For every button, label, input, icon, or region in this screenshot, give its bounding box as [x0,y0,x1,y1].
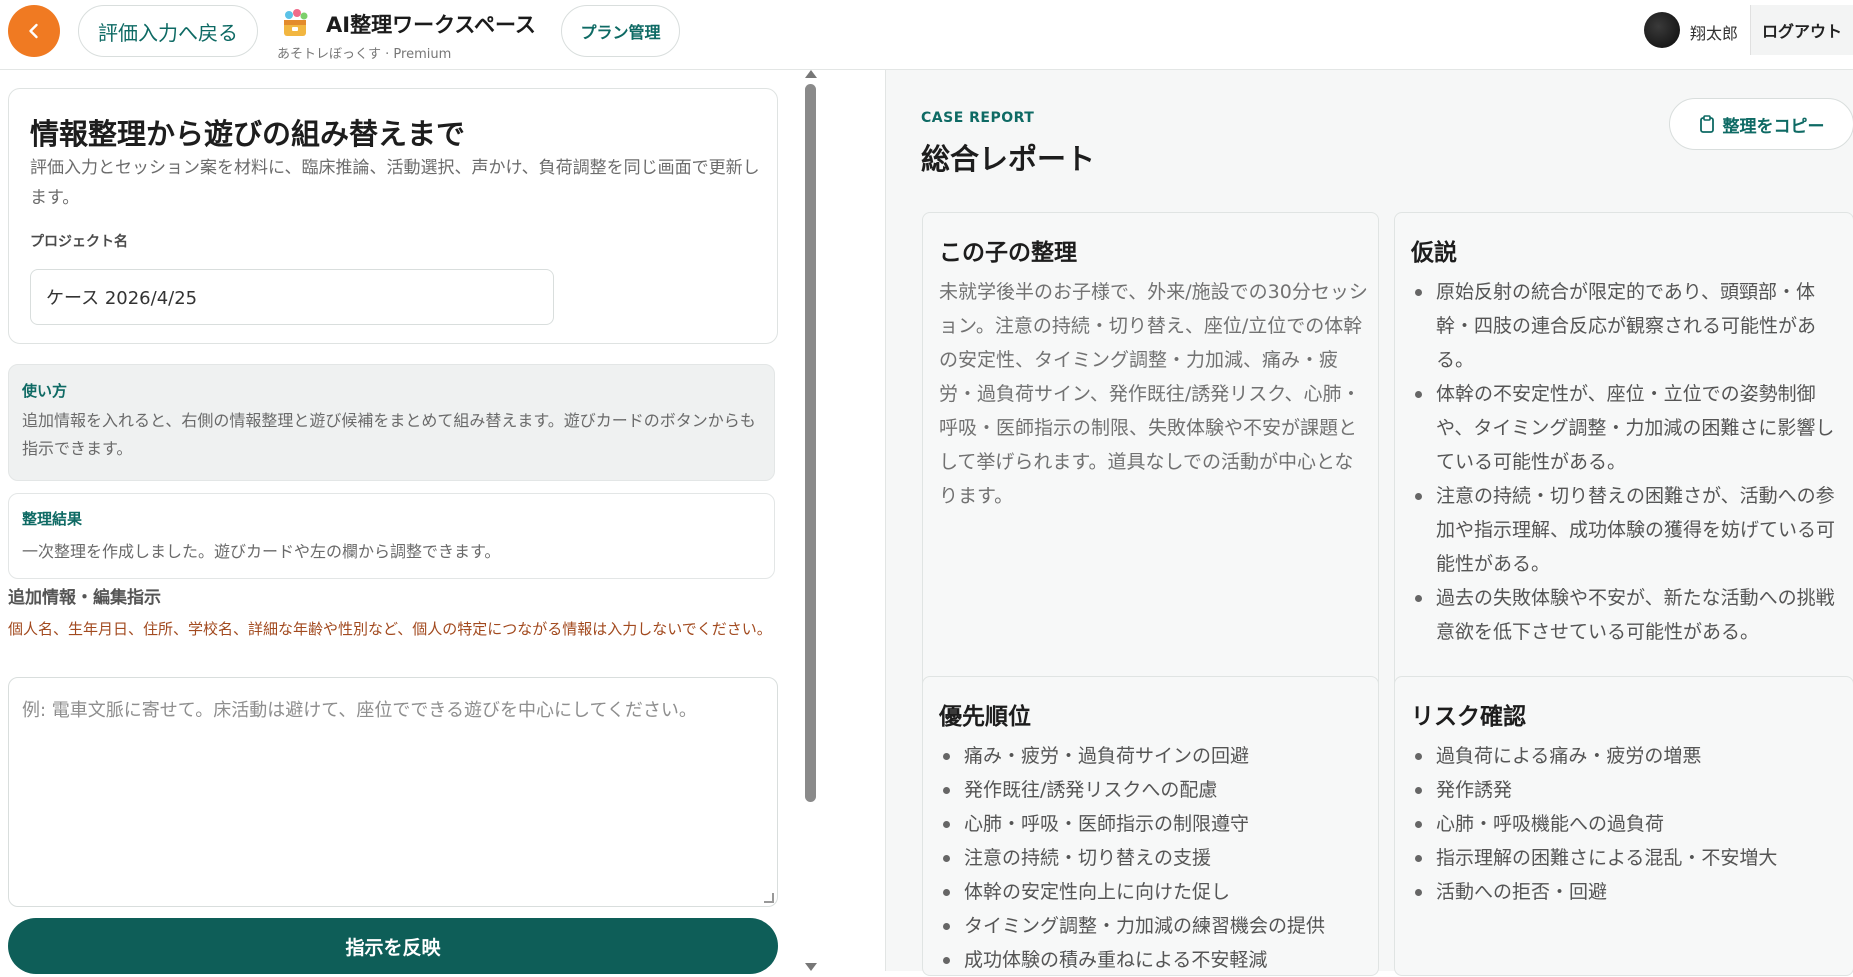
risk-title: リスク確認 [1411,704,1526,730]
howto-body: 追加情報を入れると、右側の情報整理と遊び候補をまとめて組み替えます。遊びカードの… [22,411,756,458]
hypothesis-list: 原始反射の統合が限定的であり、頭頸部・体幹・四肢の連合反応が観察される可能性があ… [1411,275,1841,649]
list-item: 過去の失敗体験や不安が、新たな活動への挑戦意欲を低下させている可能性がある。 [1411,581,1841,649]
scrollbar-thumb[interactable] [805,84,816,802]
summary-title: この子の整理 [939,240,1077,266]
list-item: 痛み・疲労・過負荷サインの回避 [939,739,1369,773]
left-panel: 情報整理から遊びの組み替えまで 評価入力とセッション案を材料に、臨床推論、活動選… [0,70,885,974]
scroll-up-icon[interactable] [805,70,817,78]
list-item: 心肺・呼吸機能への過負荷 [1411,807,1841,841]
result-title: 整理結果 [22,510,83,528]
risk-list: 過負荷による痛み・疲労の増悪 発作誘発 心肺・呼吸機能への過負荷 指示理解の困難… [1411,739,1841,909]
list-item: 注意の持続・切り替えの支援 [939,841,1369,875]
howto-title: 使い方 [22,382,68,400]
list-item: タイミング調整・力加減の練習機会の提供 [939,909,1369,943]
copy-summary-label: 整理をコピー [1722,116,1825,137]
list-item: 指示理解の困難さによる混乱・不安増大 [1411,841,1841,875]
list-item: 心肺・呼吸・医師指示の制限遵守 [939,807,1369,841]
clipboard-icon [1699,115,1714,133]
back-button[interactable] [8,5,60,57]
priority-card: 優先順位 痛み・疲労・過負荷サインの回避 発作既往/誘発リスクへの配慮 心肺・呼… [922,676,1379,976]
apply-instructions-button[interactable]: 指示を反映 [8,918,778,974]
list-item: 発作既往/誘発リスクへの配慮 [939,773,1369,807]
scroll-down-icon[interactable] [805,963,817,971]
app-subtitle: あそトレぼっくす · Premium [277,47,452,62]
top-bar: 評価入力へ戻る AI整理ワークスペース あそトレぼっくす · Premium プ… [0,0,1853,70]
project-name-input[interactable]: ケース 2026/4/25 [30,269,554,325]
avatar[interactable] [1644,12,1680,48]
result-box: 整理結果 一次整理を作成しました。遊びカードや左の欄から調整できます。 [8,493,775,579]
instructions-label: 追加情報・編集指示 [8,588,161,608]
logout-button[interactable]: ログアウト [1750,5,1853,55]
list-item: 活動への拒否・回避 [1411,875,1841,909]
risk-card: リスク確認 過負荷による痛み・疲労の増悪 発作誘発 心肺・呼吸機能への過負荷 指… [1394,676,1853,976]
list-item: 原始反射の統合が限定的であり、頭頸部・体幹・四肢の連合反応が観察される可能性があ… [1411,275,1841,377]
copy-summary-button[interactable]: 整理をコピー [1669,98,1853,150]
intro-card: 情報整理から遊びの組み替えまで 評価入力とセッション案を材料に、臨床推論、活動選… [8,88,778,344]
intro-description: 評価入力とセッション案を材料に、臨床推論、活動選択、声かけ、負荷調整を同じ画面で… [30,158,760,208]
list-item: 成功体験の積み重ねによる不安軽減 [939,943,1369,977]
project-name-label: プロジェクト名 [30,234,128,250]
privacy-warning: 個人名、生年月日、住所、学校名、詳細な年齢や性別など、個人の特定につながる情報は… [8,620,772,638]
instructions-textarea[interactable]: 例: 電車文脈に寄せて。床活動は避けて、座位でできる遊びを中心にしてください。 [8,677,778,907]
plan-management-button[interactable]: プラン管理 [561,5,680,57]
result-body: 一次整理を作成しました。遊びカードや左の欄から調整できます。 [22,542,501,561]
app-title: AI整理ワークスペース [326,13,536,37]
list-item: 発作誘発 [1411,773,1841,807]
list-item: 体幹の不安定性が、座位・立位での姿勢制御や、タイミング調整・力加減の困難さに影響… [1411,377,1841,479]
hypothesis-card: 仮説 原始反射の統合が限定的であり、頭頸部・体幹・四肢の連合反応が観察される可能… [1394,212,1853,731]
hypothesis-title: 仮説 [1411,240,1457,266]
report-panel: CASE REPORT 総合レポート 整理をコピー この子の整理 未就学後半のお… [885,70,1853,976]
chevron-left-icon [29,23,38,39]
howto-box: 使い方 追加情報を入れると、右側の情報整理と遊び候補をまとめて組み替えます。遊び… [8,364,775,481]
priority-title: 優先順位 [939,704,1031,730]
instructions-placeholder: 例: 電車文脈に寄せて。床活動は避けて、座位でできる遊びを中心にしてください。 [22,700,697,721]
app-logo-icon [284,9,308,36]
summary-body: 未就学後半のお子様で、外来/施設での30分セッション。注意の持続・切り替え、座位… [939,281,1368,507]
intro-title: 情報整理から遊びの組み替えまで [30,117,466,151]
list-item: 過負荷による痛み・疲労の増悪 [1411,739,1841,773]
back-to-evaluation-button[interactable]: 評価入力へ戻る [78,5,258,57]
list-item: 体幹の安定性向上に向けた促し [939,875,1369,909]
list-item: 注意の持続・切り替えの困難さが、活動への参加や指示理解、成功体験の獲得を妨げてい… [1411,479,1841,581]
username: 翔太郎 [1690,24,1739,43]
report-title: 総合レポート [921,142,1096,176]
report-kicker: CASE REPORT [921,110,1035,126]
resize-handle-icon[interactable] [764,893,774,903]
summary-card: この子の整理 未就学後半のお子様で、外来/施設での30分セッション。注意の持続・… [922,212,1379,731]
left-scrollbar[interactable] [803,70,817,971]
priority-list: 痛み・疲労・過負荷サインの回避 発作既往/誘発リスクへの配慮 心肺・呼吸・医師指… [939,739,1369,977]
